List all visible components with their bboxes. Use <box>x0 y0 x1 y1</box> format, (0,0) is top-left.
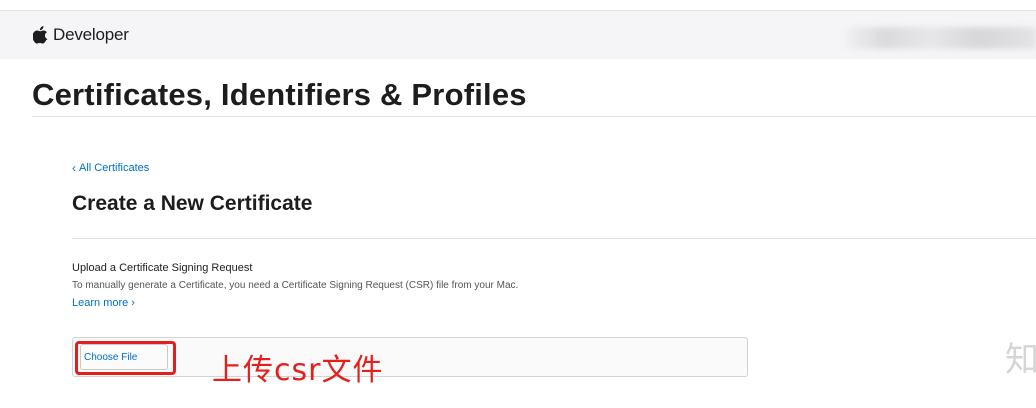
section-divider <box>72 238 1036 239</box>
choose-file-button[interactable]: Choose File <box>80 344 168 370</box>
chevron-left-icon: ‹ <box>72 161 76 175</box>
global-nav: Developer <box>0 11 1036 59</box>
annotation-label: 上传csr文件 <box>212 353 384 388</box>
upload-csr-description: To manually generate a Certificate, you … <box>72 280 519 291</box>
upload-csr-heading: Upload a Certificate Signing Request <box>72 262 253 274</box>
watermark: 知 <box>1005 340 1036 380</box>
top-border <box>0 0 1036 11</box>
apple-logo-icon <box>33 26 48 44</box>
all-certificates-back-link[interactable]: ‹ All Certificates <box>72 162 149 174</box>
developer-home-link[interactable]: Developer <box>33 25 129 45</box>
section-title: Create a New Certificate <box>72 192 313 215</box>
back-link-label: All Certificates <box>79 162 150 174</box>
developer-brand-label: Developer <box>53 25 129 44</box>
learn-more-link[interactable]: Learn more › <box>72 297 135 309</box>
title-divider <box>32 116 1036 117</box>
csr-file-drop-field[interactable] <box>72 337 748 377</box>
page-title: Certificates, Identifiers & Profiles <box>32 77 527 112</box>
blurred-account-name <box>846 27 1036 49</box>
